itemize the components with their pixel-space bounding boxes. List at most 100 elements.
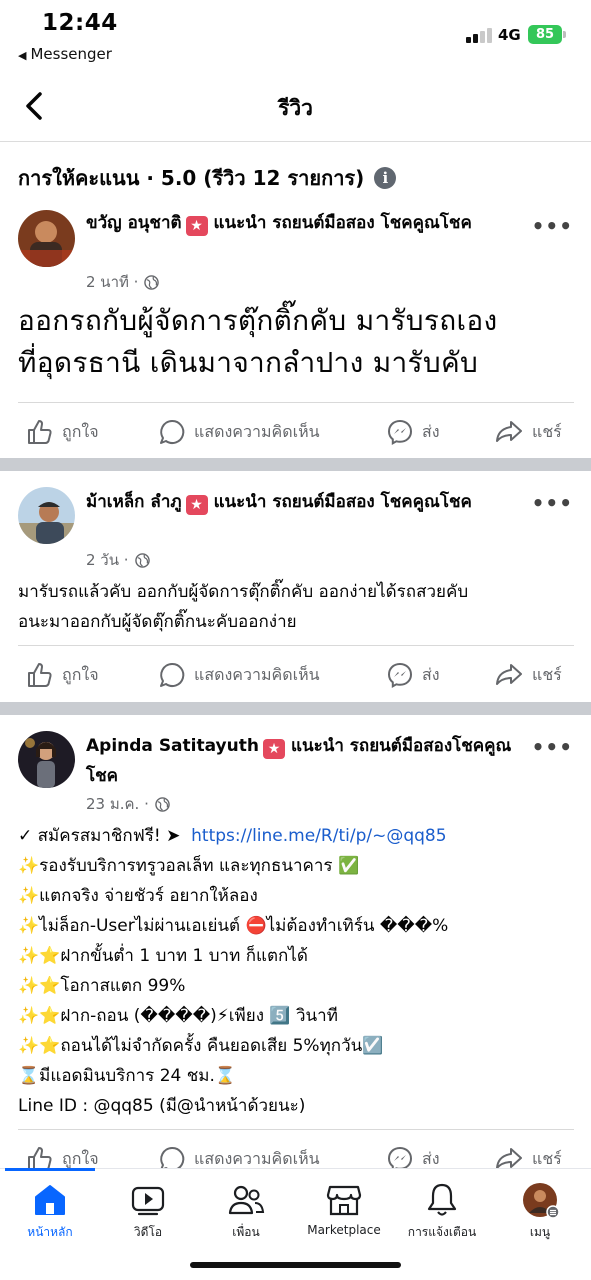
signal-icon: [466, 27, 494, 43]
share-label: แชร์: [532, 421, 562, 441]
post-separator: [0, 458, 591, 471]
post-line: ✨⭐ฝากขั้นต่ำ 1 บาท 1 บาท ก็แตกได้: [18, 946, 308, 966]
nav-video[interactable]: วิดีโอ: [98, 1181, 198, 1242]
nav-active-indicator: [5, 1168, 95, 1171]
avatar[interactable]: [18, 210, 75, 267]
send-label: ส่ง: [422, 421, 440, 441]
post-line: ออกรถกับผู้จัดการตุ๊กติ๊กคับ มารับรถเอง: [18, 304, 498, 337]
post-body: ✓ สมัครสมาชิกฟรี! ➤ https://line.me/R/ti…: [18, 821, 578, 1121]
page-title: รีวิว: [278, 96, 313, 120]
post-header: ขวัญ อนุชาติ ★ แนะนำ รถยนต์มือสอง โชคคูณโช…: [86, 208, 516, 238]
post-meta: 2 วัน ·: [86, 548, 150, 572]
friends-icon: [228, 1185, 265, 1215]
messenger-icon: [387, 419, 413, 445]
more-icon[interactable]: •••: [532, 491, 573, 515]
nav-menu-label: เมนู: [529, 1225, 551, 1239]
line-link[interactable]: https://line.me/R/ti/p/~@qq85: [191, 826, 446, 846]
home-indicator: [190, 1262, 401, 1268]
globe-icon: [134, 552, 150, 568]
post-line: ✨แตกจริง จ่ายชัวร์ อยากให้ลอง: [18, 886, 258, 906]
status-time: 12:44: [42, 10, 118, 36]
like-label: ถูกใจ: [62, 421, 99, 441]
battery-tip: [563, 31, 566, 38]
comment-button[interactable]: แสดงความคิดเห็น: [158, 410, 320, 454]
post-header: ม้าเหล็ก ลำภู ★ แนะนำ รถยนต์มือสอง โชคคูณโ…: [86, 487, 516, 517]
marketplace-icon: [326, 1185, 362, 1216]
nav-friends-label: เพื่อน: [232, 1225, 260, 1239]
nav-video-label: วิดีโอ: [133, 1225, 163, 1239]
send-label: ส่ง: [422, 664, 440, 684]
author-name[interactable]: ม้าเหล็ก ลำภู: [86, 492, 182, 512]
post-time[interactable]: 2 นาที ·: [86, 270, 138, 294]
nav-notifications[interactable]: การแจ้งเตือน: [392, 1181, 492, 1242]
post-body: มารับรถแล้วคับ ออกกับผู้จัดการตุ๊กติ๊กคั…: [18, 577, 578, 637]
send-button[interactable]: ส่ง: [386, 653, 440, 697]
post-meta: 23 ม.ค. ·: [86, 792, 170, 816]
author-name[interactable]: Apinda Satitayuth: [86, 736, 259, 756]
author-name[interactable]: ขวัญ อนุชาติ: [86, 213, 182, 233]
profile-avatar-icon: [523, 1183, 559, 1219]
recommends-text[interactable]: แนะนำ รถยนต์มือสอง โชคคูณโชค: [214, 492, 472, 512]
share-icon: [496, 664, 522, 685]
page-header: รีวิว: [0, 72, 591, 142]
comment-label: แสดงความคิดเห็น: [194, 664, 320, 684]
nav-menu[interactable]: เมนู: [490, 1181, 590, 1242]
like-icon: [28, 420, 52, 444]
video-icon: [131, 1186, 165, 1216]
comment-icon: [160, 419, 185, 444]
post-body: ออกรถกับผู้จัดการตุ๊กติ๊กคับ มารับรถเอง …: [18, 300, 578, 384]
like-button[interactable]: ถูกใจ: [26, 653, 99, 697]
divider: [18, 402, 574, 403]
avatar[interactable]: [18, 731, 75, 788]
nav-home-label: หน้าหลัก: [27, 1225, 73, 1239]
divider: [18, 1129, 574, 1130]
share-button[interactable]: แชร์: [494, 410, 562, 454]
nav-notifications-label: การแจ้งเตือน: [407, 1225, 477, 1239]
avatar[interactable]: [18, 487, 75, 544]
post-line: Line ID : @qq85 (มี@นำหน้าด้วยนะ): [18, 1096, 306, 1116]
nav-marketplace[interactable]: Marketplace: [294, 1181, 394, 1237]
post-line: ✓ สมัครสมาชิกฟรี! ➤ https://line.me/R/ti…: [18, 821, 578, 851]
like-label: ถูกใจ: [62, 664, 99, 684]
recommends-text[interactable]: แนะนำ รถยนต์มือสอง โชคคูณโชค: [214, 213, 472, 233]
post-header: Apinda Satitayuth ★ แนะนำ รถยนต์มือสองโชคค…: [86, 731, 516, 791]
battery-icon: 85: [528, 25, 562, 44]
back-app-label: Messenger: [30, 45, 112, 63]
nav-home[interactable]: หน้าหลัก: [0, 1181, 100, 1242]
status-bar: 12:44 ◀ Messenger 4G 85: [0, 0, 591, 72]
back-to-messenger[interactable]: ◀ Messenger: [18, 45, 112, 63]
comment-label: แสดงความคิดเห็น: [194, 421, 320, 441]
divider: [18, 645, 574, 646]
info-icon[interactable]: i: [374, 167, 397, 189]
nav-friends[interactable]: เพื่อน: [196, 1181, 296, 1242]
globe-icon: [155, 796, 170, 812]
comment-icon: [160, 662, 185, 687]
post-line: ✨ไม่ล็อก-Userไม่ผ่านเอเย่นต์ ⛔ไม่ต้องทำเ…: [18, 916, 449, 936]
star-badge-icon: ★: [185, 495, 208, 515]
bell-icon: [427, 1183, 457, 1216]
star-badge-icon: ★: [262, 739, 285, 759]
more-icon[interactable]: •••: [532, 735, 573, 759]
back-triangle-icon: ◀: [18, 49, 27, 62]
post-line: มารับรถแล้วคับ ออกกับผู้จัดการตุ๊กติ๊กคั…: [18, 582, 469, 602]
share-label: แชร์: [532, 664, 562, 684]
post-line: ที่อุดรธานี เดินมาจากลำปาง มารับคับ: [18, 346, 479, 379]
signup-text: ✓ สมัครสมาชิกฟรี! ➤: [18, 826, 181, 846]
nav-marketplace-label: Marketplace: [307, 1223, 381, 1237]
post-time[interactable]: 23 ม.ค. ·: [86, 792, 149, 816]
post-line: ✨⭐ถอนได้ไม่จำกัดครั้ง คืนยอดเสีย 5%ทุกวั…: [18, 1036, 384, 1056]
post-time[interactable]: 2 วัน ·: [86, 548, 129, 572]
post-actions: ถูกใจ แสดงความคิดเห็น ส่ง แชร์: [0, 653, 591, 697]
home-icon: [35, 1185, 65, 1215]
post-line: ✨⭐ฝาก-ถอน (����)⚡เพียง 5️⃣ วินาที: [18, 1006, 338, 1026]
rating-summary: การให้คะแนน · 5.0 (รีวิว 12 รายการ) i: [18, 162, 397, 194]
post-actions: ถูกใจ แสดงความคิดเห็น ส่ง แชร์: [0, 410, 591, 454]
like-button[interactable]: ถูกใจ: [26, 410, 99, 454]
share-button[interactable]: แชร์: [494, 653, 562, 697]
post-meta: 2 นาที ·: [86, 270, 160, 294]
more-icon[interactable]: •••: [532, 214, 573, 238]
post-line: ✨รองรับบริการทรูวอลเล็ท และทุกธนาคาร ✅: [18, 856, 360, 876]
comment-button[interactable]: แสดงความคิดเห็น: [158, 653, 320, 697]
send-button[interactable]: ส่ง: [386, 410, 440, 454]
post-line: อนะมาออกกับผู้จัดตุ๊กติ๊กนะคับออกง่าย: [18, 612, 297, 632]
